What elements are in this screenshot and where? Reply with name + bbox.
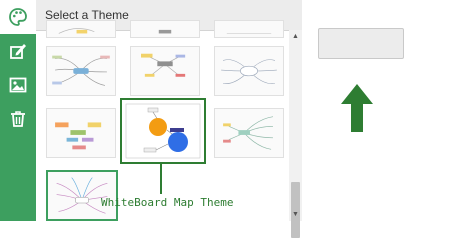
- callout-line: [160, 162, 162, 194]
- theme-thumbnail[interactable]: [214, 20, 284, 38]
- image-icon: [9, 77, 27, 93]
- theme-preview: [58, 28, 95, 34]
- central-topic-placeholder[interactable]: [318, 28, 404, 59]
- whiteboard-theme-label: WhiteBoard Map Theme: [101, 196, 234, 209]
- theme-preview: [52, 55, 110, 86]
- theme-thumbnail-whiteboard[interactable]: [120, 98, 206, 164]
- trash-button[interactable]: [0, 102, 36, 136]
- theme-panel-scrollbar[interactable]: ▲ ▼: [289, 30, 302, 238]
- image-button[interactable]: [0, 68, 36, 102]
- theme-preview: [226, 33, 272, 34]
- theme-thumbnail[interactable]: [46, 46, 116, 96]
- theme-thumbnail[interactable]: [130, 46, 200, 96]
- palette-icon: [9, 8, 27, 26]
- theme-thumbnail[interactable]: [46, 20, 116, 38]
- scroll-down-arrow-icon[interactable]: ▼: [289, 208, 302, 221]
- theme-preview: [55, 122, 102, 150]
- trash-icon: [11, 111, 25, 127]
- theme-preview: [221, 59, 277, 84]
- edit-style-icon: [10, 44, 26, 59]
- theme-preview: [223, 116, 274, 150]
- theme-toolbar: [0, 0, 36, 221]
- theme-thumbnail[interactable]: [214, 108, 284, 158]
- scroll-up-arrow-icon[interactable]: ▲: [289, 30, 302, 43]
- theme-preview: [125, 103, 201, 159]
- theme-thumbnail[interactable]: [214, 46, 284, 96]
- edit-style-button[interactable]: [0, 34, 36, 68]
- theme-preview: [141, 53, 186, 77]
- theme-panel: Select a Theme: [36, 0, 302, 221]
- theme-preview: [158, 29, 172, 34]
- theme-thumbnail[interactable]: [46, 108, 116, 158]
- arrow-up-icon: [341, 84, 373, 132]
- theme-thumbnail[interactable]: [130, 20, 200, 38]
- palette-button[interactable]: [0, 0, 36, 34]
